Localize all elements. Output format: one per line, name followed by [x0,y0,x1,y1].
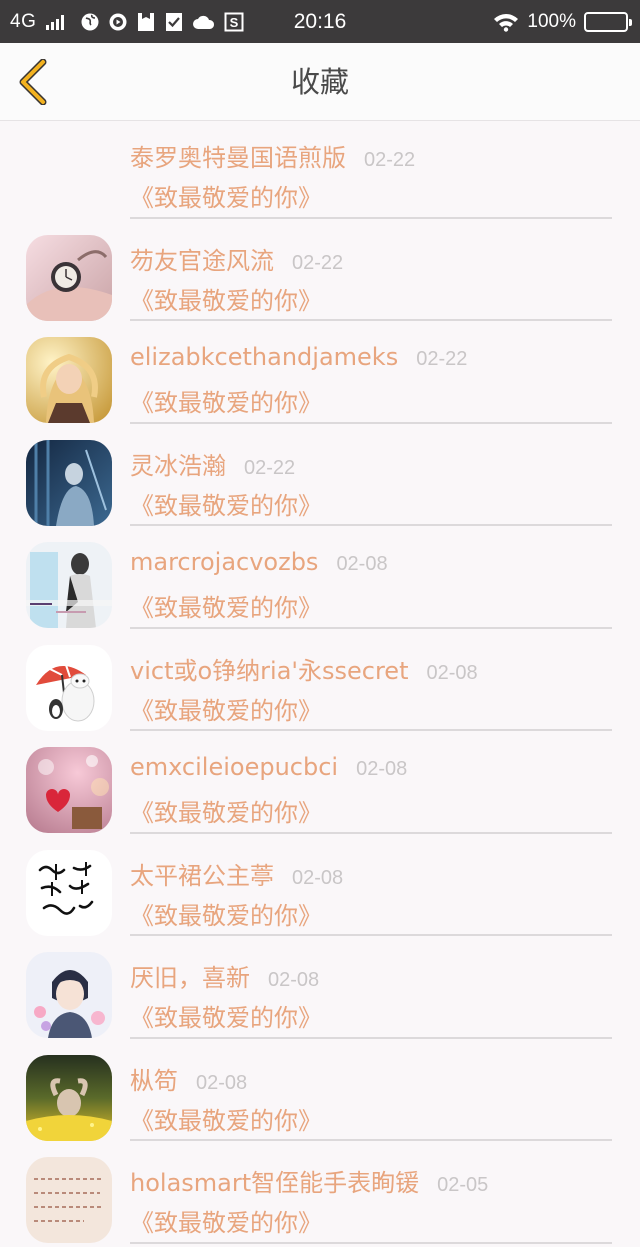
user-name[interactable]: 泰罗奥特曼国语煎版 [130,138,346,173]
status-bar-right: 100% [493,0,632,43]
item-date: 02-08 [336,553,388,575]
user-name[interactable]: emxcileioepucbci [130,753,338,781]
list-item[interactable]: 芴友官途风流 02-22 《致最敬爱的你》 [0,225,640,328]
divider [130,524,612,526]
book-title[interactable]: 《致最敬爱的你》 [130,281,322,316]
list-item[interactable]: marcrojacvozbs 02-08 《致最敬爱的你》 [0,532,640,635]
item-header: 芴友官途风流 02-22 [130,241,343,276]
user-name[interactable]: vict或o铮纳ria'永ssecret [130,651,408,686]
item-date: 02-05 [437,1174,489,1196]
svg-text:S: S [230,15,239,30]
save-icon [136,12,156,32]
avatar[interactable] [26,234,112,321]
chevron-left-icon [19,59,47,105]
divider [130,216,612,219]
item-header: 灵冰浩瀚 02-22 [130,446,295,481]
book-title[interactable]: 《致最敬爱的你》 [130,383,322,418]
book-title[interactable]: 《致最敬爱的你》 [130,1203,322,1238]
avatar[interactable] [26,439,112,526]
book-title[interactable]: 《致最敬爱的你》 [130,486,322,521]
user-name[interactable]: holasmart智侄能手表眴锾 [130,1163,419,1198]
user-name[interactable]: 厌旧，喜新 [130,958,250,993]
s-icon: S [224,12,244,32]
user-name[interactable]: marcrojacvozbs [130,548,318,576]
status-bar-left: 4G S [10,0,244,43]
list-item[interactable]: vict或o铮纳ria'永ssecret 02-08 《致最敬爱的你》 [0,635,640,738]
play-icon [108,12,128,32]
book-title[interactable]: 《致最敬爱的你》 [130,896,322,931]
avatar[interactable] [26,337,112,423]
avatar[interactable] [26,542,112,628]
item-date: 02-08 [356,758,408,780]
avatar[interactable] [26,747,112,833]
item-date: 02-08 [292,866,344,889]
list-item[interactable]: 太平裙公主葶 02-08 《致最敬爱的你》 [0,840,640,943]
item-date: 02-08 [426,661,478,684]
book-title[interactable]: 《致最敬爱的你》 [130,691,322,726]
avatar[interactable] [26,952,112,1038]
divider [130,421,612,424]
item-header: 厌旧，喜新 02-08 [130,958,319,993]
item-header: holasmart智侄能手表眴锾 02-05 [130,1163,488,1198]
back-button[interactable] [14,57,54,107]
user-name[interactable]: 芴友官途风流 [130,241,274,276]
item-date: 02-08 [196,1071,248,1094]
avatar[interactable] [26,644,112,731]
item-header: emxcileioepucbci 02-08 [130,753,407,781]
list-item[interactable]: holasmart智侄能手表眴锾 02-05 《致最敬爱的你》 [0,1147,640,1247]
book-title[interactable]: 《致最敬爱的你》 [130,998,322,1033]
item-header: 泰罗奥特曼国语煎版 02-22 [130,138,415,173]
book-title[interactable]: 《致最敬爱的你》 [130,1101,322,1136]
cloud-icon [192,12,216,32]
book-title[interactable]: 《致最敬爱的你》 [130,588,322,623]
item-date: 02-22 [292,251,344,274]
avatar[interactable] [26,1054,112,1141]
divider [130,1036,612,1039]
avatar[interactable] [26,849,112,936]
item-header: elizabkcethandjameks 02-22 [130,343,467,371]
list-item[interactable]: 厌旧，喜新 02-08 《致最敬爱的你》 [0,942,640,1045]
nav-bar: 收藏 [0,43,640,121]
user-name[interactable]: elizabkcethandjameks [130,343,398,371]
item-date: 02-22 [364,149,416,171]
check-icon [164,12,184,32]
list-item[interactable]: 泰罗奥特曼国语煎版 02-22 《致最敬爱的你》 [0,122,640,225]
divider [130,934,612,936]
page-title: 收藏 [290,65,349,99]
list-item[interactable]: 灵冰浩瀚 02-22 《致最敬爱的你》 [0,430,640,533]
globe-icon [80,12,100,32]
item-header: 枞笱 02-08 [130,1061,247,1096]
item-date: 02-08 [268,969,320,991]
item-header: vict或o铮纳ria'永ssecret 02-08 [130,651,478,686]
item-date: 02-22 [416,348,468,370]
book-title[interactable]: 《致最敬爱的你》 [130,178,322,213]
avatar[interactable] [26,1157,112,1243]
wifi-icon [493,12,519,32]
user-name[interactable]: 灵冰浩瀚 [130,446,226,481]
item-header: marcrojacvozbs 02-08 [130,548,388,576]
signal-icon [46,14,65,30]
battery-icon [584,11,632,32]
user-name[interactable]: 枞笱 [130,1061,178,1096]
list-item[interactable]: elizabkcethandjameks 02-22 《致最敬爱的你》 [0,327,640,430]
list-item[interactable]: emxcileioepucbci 02-08 《致最敬爱的你》 [0,737,640,840]
favorites-list: 泰罗奥特曼国语煎版 02-22 《致最敬爱的你》 芴友官途风流 02-22 《致最敬爱的你… [0,122,640,1247]
divider [130,831,612,834]
battery-percent: 100% [527,10,576,32]
divider [130,626,612,629]
divider [130,729,612,731]
book-title[interactable]: 《致最敬爱的你》 [130,793,322,828]
divider [130,1139,612,1141]
list-item[interactable]: 枞笱 02-08 《致最敬爱的你》 [0,1045,640,1148]
user-name[interactable]: 太平裙公主葶 [130,856,274,891]
divider [130,1241,612,1244]
item-date: 02-22 [244,456,296,479]
item-header: 太平裙公主葶 02-08 [130,856,343,891]
status-bar: 4G S 20:16 100% [0,0,640,43]
network-type: 4G [10,10,37,32]
divider [130,319,612,321]
